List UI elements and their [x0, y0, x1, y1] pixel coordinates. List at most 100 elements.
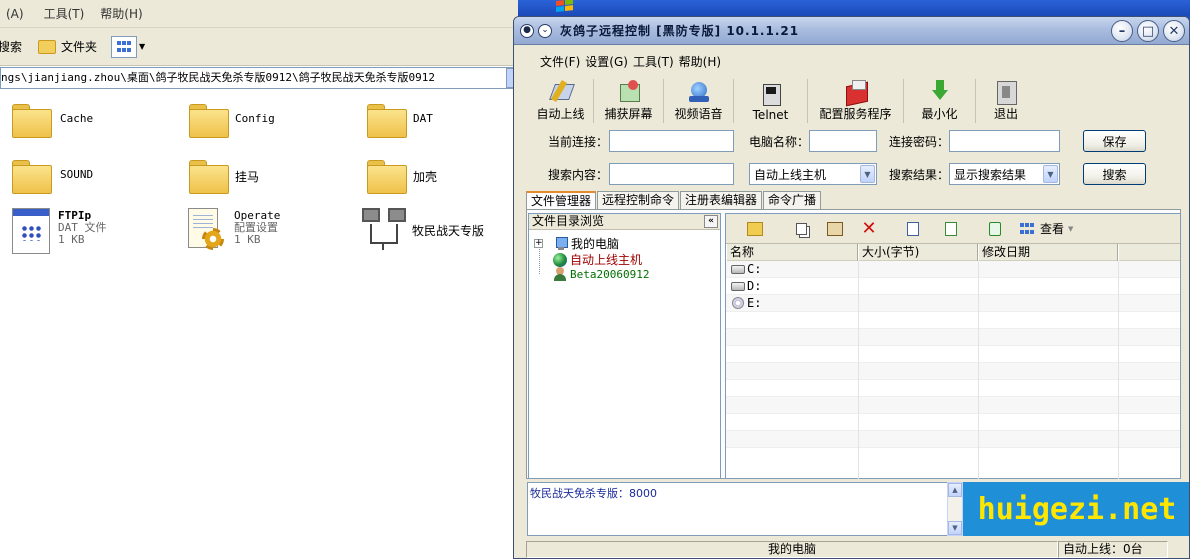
column-modified[interactable]: 修改日期 — [978, 244, 1118, 261]
minimize-to-tray-button[interactable]: 最小化 — [904, 79, 976, 123]
tree-node-label: Beta20060912 — [570, 267, 650, 281]
table-row[interactable]: D: — [726, 278, 1180, 295]
log-scrollbar[interactable]: ▲ ▼ — [947, 482, 963, 536]
view-menu-button[interactable]: 查看 ▼ — [1018, 220, 1073, 237]
toolbar-label: 自动上线 — [536, 107, 585, 121]
search-label: 搜索 — [0, 40, 23, 54]
pc-name-input[interactable] — [809, 130, 877, 152]
scroll-up-icon[interactable]: ▲ — [948, 483, 962, 497]
file-name: 挂马 — [235, 170, 260, 184]
folder-item-guama[interactable]: 挂马 — [189, 158, 260, 194]
refresh-button[interactable] — [978, 217, 1012, 241]
views-dropdown-icon[interactable]: ▼ — [139, 42, 145, 51]
explorer-menu-tools[interactable]: 工具(T) — [36, 5, 93, 22]
copy-button[interactable] — [784, 217, 818, 241]
download-icon — [945, 221, 957, 236]
folders-button[interactable]: 文件夹 — [30, 38, 105, 55]
search-button[interactable]: 搜索 — [0, 38, 30, 55]
folder-icon — [12, 160, 52, 194]
search-result-value: 显示搜索结果 — [954, 167, 1027, 182]
toolbar-label: 视频语音 — [674, 107, 723, 121]
drive-label: D: — [747, 279, 762, 293]
telnet-button[interactable]: Telnet — [734, 79, 808, 123]
up-folder-icon — [747, 221, 763, 236]
menu-file[interactable]: 文件(F) — [528, 53, 585, 71]
password-input[interactable] — [949, 130, 1060, 152]
views-button[interactable] — [111, 35, 138, 58]
config-service-button[interactable]: 配置服务程序 — [808, 79, 904, 123]
up-folder-button[interactable] — [738, 217, 772, 241]
tree-node-auto-online[interactable]: 自动上线主机 — [553, 251, 642, 268]
explorer-menu-item[interactable]: (A) — [0, 7, 32, 21]
menu-settings[interactable]: 设置(G) — [585, 53, 633, 71]
paste-button[interactable] — [818, 217, 852, 241]
computer-icon — [554, 236, 568, 251]
chevron-down-icon: ▼ — [860, 165, 875, 183]
tab-file-manager[interactable]: 文件管理器 — [526, 191, 597, 210]
system-menu-icon[interactable]: ● — [520, 23, 534, 38]
menu-tools[interactable]: 工具(T) — [633, 53, 679, 71]
table-row-empty — [726, 312, 1180, 329]
column-size[interactable]: 大小(字节) — [858, 244, 978, 261]
file-item-mumin[interactable]: 牧民战天专版 — [362, 208, 484, 252]
folder-item-dat[interactable]: DAT — [367, 102, 433, 138]
exit-button[interactable]: 退出 — [976, 79, 1036, 123]
window-title: 灰鸽子远程控制 [黑防专版] 10.1.1.21 — [560, 24, 800, 38]
file-item-operate[interactable]: Operate 配置设置 1 KB — [186, 208, 280, 254]
folder-item-cache[interactable]: Cache — [12, 102, 93, 138]
minimize-icon[interactable]: – — [1111, 20, 1133, 42]
search-content-input[interactable] — [609, 163, 734, 185]
file-size: 1 KB — [58, 233, 85, 246]
capture-screen-button[interactable]: 捕获屏幕 — [594, 79, 664, 123]
cd-drive-icon — [732, 297, 744, 309]
rollup-icon[interactable]: ⌄ — [538, 23, 552, 38]
tab-registry-editor[interactable]: 注册表编辑器 — [680, 191, 763, 209]
refresh-icon — [989, 221, 1001, 236]
upload-button[interactable] — [896, 217, 930, 241]
collapse-pane-icon[interactable]: « — [704, 215, 718, 228]
folder-item-sound[interactable]: SOUND — [12, 158, 93, 194]
tree-node-beta[interactable]: Beta20060912 — [553, 267, 649, 281]
expand-icon[interactable]: + — [534, 239, 543, 248]
explorer-menu-help[interactable]: 帮助(H) — [92, 5, 150, 22]
windows-logo-icon — [556, 0, 574, 13]
paste-icon — [827, 221, 843, 236]
download-button[interactable] — [934, 217, 968, 241]
current-connection-input[interactable] — [609, 130, 734, 152]
file-details: Operate 配置设置 1 KB — [234, 208, 280, 246]
delete-button[interactable]: ✕ — [852, 217, 886, 241]
file-size: 1 KB — [234, 233, 261, 246]
table-row[interactable]: C: — [726, 261, 1180, 278]
file-item-ftpip[interactable]: FTPIp DAT 文件 1 KB — [12, 208, 107, 254]
folder-item-jiake[interactable]: 加壳 — [367, 158, 437, 194]
column-name[interactable]: 名称 — [726, 244, 858, 261]
search-scope-select[interactable]: 自动上线主机 ▼ — [749, 163, 877, 185]
search-result-select[interactable]: 显示搜索结果 ▼ — [949, 163, 1060, 185]
search-content-label: 搜索内容： — [548, 167, 609, 182]
search-button[interactable]: 搜索 — [1083, 163, 1146, 185]
table-row-empty — [726, 431, 1180, 448]
file-manager-panel: 文件目录浏览 « + 我的电脑 自动上线主机 Beta20060912 ✕ 查看… — [526, 209, 1181, 479]
auto-online-button[interactable]: 自动上线 — [528, 79, 594, 123]
address-bar[interactable]: ngs\jianjiang.zhou\桌面\鸽子牧民战天免杀专版0912\鸽子牧… — [0, 67, 518, 89]
tab-remote-commands[interactable]: 远程控制命令 — [597, 191, 680, 209]
menu-help[interactable]: 帮助(H) — [679, 53, 726, 71]
close-icon[interactable]: ✕ — [1163, 20, 1185, 42]
tree-header: 文件目录浏览 « — [529, 214, 720, 230]
title-bar[interactable]: ● ⌄ 灰鸽子远程控制 [黑防专版] 10.1.1.21 – □ ✕ — [514, 17, 1189, 45]
tree-node-my-computer[interactable]: + 我的电脑 — [534, 235, 619, 252]
view-label: 查看 — [1040, 222, 1065, 236]
toolbar-label: Telnet — [752, 108, 789, 122]
video-voice-button[interactable]: 视频语音 — [664, 79, 734, 123]
log-output[interactable]: 牧民战天免杀专版：8000 — [527, 482, 962, 536]
scroll-down-icon[interactable]: ▼ — [948, 521, 962, 535]
connection-row: 当前连接： 电脑名称： 连接密码： 保存 — [528, 128, 1146, 154]
folder-icon — [189, 160, 229, 194]
save-button[interactable]: 保存 — [1083, 130, 1146, 152]
table-row-empty — [726, 363, 1180, 380]
maximize-icon[interactable]: □ — [1137, 20, 1159, 42]
folder-item-config[interactable]: Config — [189, 102, 275, 138]
folder-icon — [12, 104, 52, 138]
tab-command-broadcast[interactable]: 命令广播 — [763, 191, 822, 209]
table-row[interactable]: E: — [726, 295, 1180, 312]
